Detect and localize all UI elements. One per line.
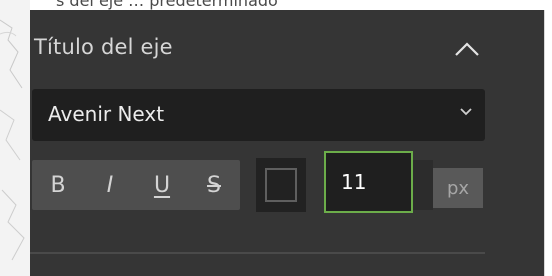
bold-button[interactable]: B xyxy=(32,160,84,210)
text-style-group: B I U S xyxy=(32,160,240,210)
collapse-button[interactable] xyxy=(447,33,487,65)
font-size-unit-button[interactable]: px xyxy=(433,168,483,208)
font-size-gap xyxy=(413,160,433,210)
underline-button[interactable]: U xyxy=(136,160,188,210)
chevron-up-icon xyxy=(455,42,479,56)
font-family-value: Avenir Next xyxy=(48,102,165,126)
font-family-select[interactable]: Avenir Next xyxy=(32,89,485,141)
section-divider xyxy=(30,252,485,254)
strikethrough-button[interactable]: S xyxy=(188,160,240,210)
bold-label: B xyxy=(50,172,66,198)
section-title: Título del eje xyxy=(34,35,173,59)
map-preview-strip xyxy=(0,0,31,276)
underline-label: U xyxy=(153,172,171,198)
font-color-button[interactable] xyxy=(256,158,306,212)
italic-button[interactable]: I xyxy=(84,160,136,210)
font-size-unit-label: px xyxy=(446,177,470,199)
strikethrough-label: S xyxy=(207,172,221,198)
font-color-swatch xyxy=(265,168,297,202)
chevron-down-icon xyxy=(460,108,472,116)
panel-right-edge xyxy=(544,10,552,276)
top-fragment-text: s del eje … predeterminado xyxy=(56,0,278,10)
font-size-input[interactable] xyxy=(324,151,413,213)
italic-label: I xyxy=(106,172,114,198)
top-fragment: s del eje … predeterminado xyxy=(30,0,552,10)
